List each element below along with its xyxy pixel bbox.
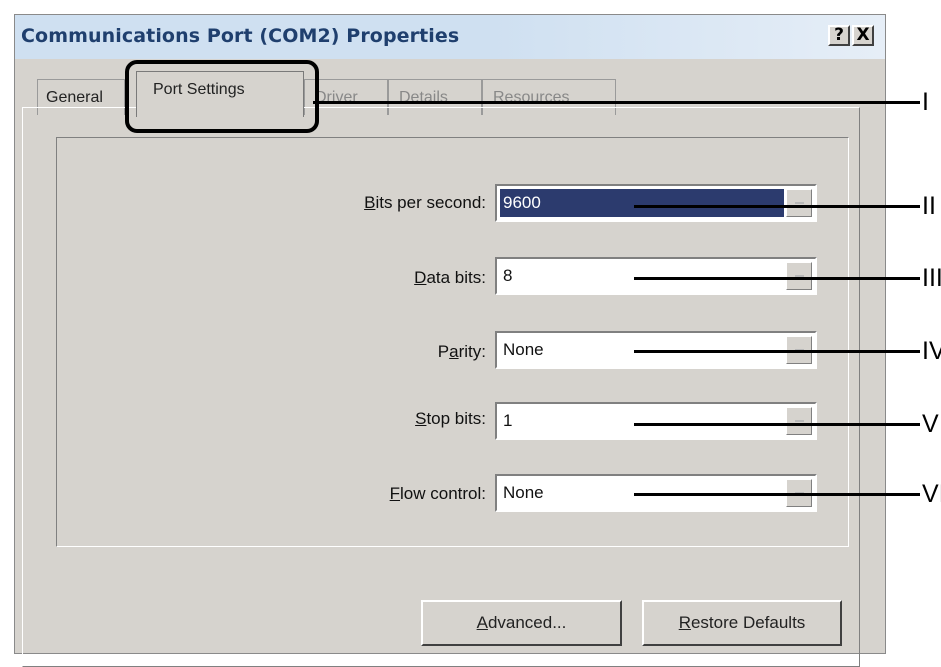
callout-line <box>313 101 920 104</box>
callout-label: VI <box>922 480 941 508</box>
title-bar: Communications Port (COM2) Properties ? … <box>15 15 885 59</box>
callout-line <box>634 350 920 353</box>
data-bits-label: Data bits: <box>414 268 486 287</box>
callout-label: I <box>922 88 929 116</box>
dropdown-arrow-icon[interactable] <box>786 189 812 217</box>
bits-per-second-label: Bits per second: <box>364 193 486 212</box>
parity-label: Parity: <box>437 342 486 361</box>
callout-label: V <box>922 410 939 438</box>
restore-defaults-button[interactable]: Restore Defaults <box>642 600 842 646</box>
stop-bits-label: Stop bits: <box>415 409 486 428</box>
stop-bits-value: 1 <box>503 411 513 430</box>
callout-line <box>634 205 920 208</box>
callout-label: II <box>922 192 936 220</box>
flow-control-label: Flow control: <box>389 484 486 503</box>
parity-value: None <box>503 340 544 359</box>
tab-label: Details <box>399 89 448 106</box>
advanced-button[interactable]: Advanced... <box>421 600 622 646</box>
data-bits-select[interactable]: 8 <box>495 257 817 295</box>
tab-label: General <box>46 89 103 106</box>
close-button[interactable]: X <box>852 25 874 46</box>
help-icon: ? <box>834 25 844 45</box>
close-icon: X <box>856 25 870 45</box>
dropdown-arrow-icon[interactable] <box>786 262 812 290</box>
help-button[interactable]: ? <box>828 25 850 46</box>
tab-label: Resources <box>493 89 570 106</box>
flow-control-value: None <box>503 483 544 502</box>
window-title: Communications Port (COM2) Properties <box>21 25 460 47</box>
bits-per-second-select[interactable]: 9600 <box>495 184 817 222</box>
callout-label: III <box>922 264 941 292</box>
active-tab-highlight <box>125 60 319 133</box>
stop-bits-select[interactable]: 1 <box>495 402 817 440</box>
bits-per-second-value: 9600 <box>503 193 541 212</box>
callout-label: IV <box>922 337 941 365</box>
callout-line <box>634 493 920 496</box>
data-bits-value: 8 <box>503 266 513 285</box>
dropdown-arrow-icon[interactable] <box>786 407 812 435</box>
callout-line <box>634 277 920 280</box>
callout-line <box>634 423 920 426</box>
